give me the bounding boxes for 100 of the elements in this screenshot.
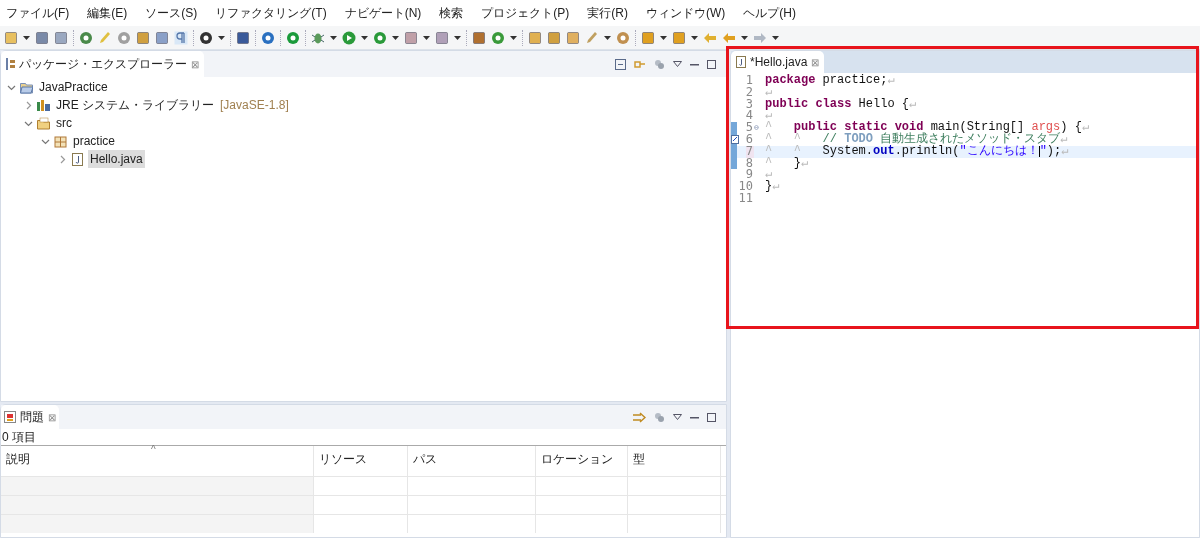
project-folder-icon	[20, 80, 33, 94]
menu-item[interactable]: ナビゲート(N)	[344, 4, 422, 22]
maximize-icon[interactable]	[707, 412, 716, 422]
code-token: main(String[]	[930, 122, 1025, 134]
menu-item[interactable]: プロジェクト(P)	[481, 4, 570, 22]
filter-icon[interactable]	[654, 58, 665, 70]
tree-item[interactable]: JavaPractice	[37, 78, 110, 96]
pen-icon[interactable]	[585, 30, 599, 45]
code-token: TODO	[844, 134, 874, 146]
code-token: "こんにちは！	[959, 145, 1039, 158]
library-version: [JavaSE-1.8]	[220, 97, 289, 114]
menu-item[interactable]: リファクタリング(T)	[215, 4, 327, 22]
code-token: .println(	[894, 145, 960, 158]
sort-indicator: ^	[151, 443, 156, 457]
whitespace-marker: ↵	[765, 86, 773, 99]
code-token: 自動生成されたメソッド・スタブ	[880, 134, 1061, 146]
library-icon	[37, 98, 50, 112]
menu-item[interactable]: 検索	[439, 4, 464, 22]
view-menu-icon[interactable]	[673, 414, 682, 420]
menu-item[interactable]: ファイル(F)	[6, 4, 70, 22]
collapsed-chevron-icon[interactable]	[24, 100, 33, 110]
dropdown-caret-icon[interactable]	[691, 35, 698, 40]
close-icon[interactable]: ⊠	[811, 54, 820, 70]
code-token: Hello {	[857, 98, 910, 111]
editor-tab[interactable]: *Hello.java ⊠	[731, 51, 825, 73]
line-number: 5	[745, 122, 754, 134]
code-token: ) {	[1060, 122, 1082, 134]
code-token: public class	[765, 98, 852, 111]
view-menu-icon[interactable]	[673, 61, 682, 67]
pilcrow-icon[interactable]	[174, 30, 188, 45]
package-icon	[54, 134, 67, 148]
filter-icon[interactable]	[654, 411, 665, 423]
source-folder-icon	[37, 116, 50, 130]
close-icon[interactable]: ⊠	[48, 409, 56, 425]
code-token: }	[793, 157, 801, 170]
whitespace-marker: ↵	[909, 98, 917, 111]
tree-item[interactable]: src	[54, 114, 74, 132]
tree-item[interactable]: JRE システム・ライブラリー	[54, 96, 216, 114]
code-token: "	[1039, 145, 1047, 158]
tree-item[interactable]: Hello.java	[88, 150, 145, 168]
line-number: 2	[745, 86, 754, 99]
problems-tab[interactable]: 問題 ⊠	[1, 405, 59, 429]
dropdown-caret-icon[interactable]	[510, 35, 517, 40]
package-icon	[6, 58, 15, 70]
tree-item[interactable]: practice	[71, 132, 118, 150]
code-token: //	[822, 134, 837, 146]
tab-label: *Hello.java	[750, 54, 808, 71]
column-header[interactable]: 説明	[6, 452, 30, 466]
menu-item[interactable]: 実行(R)	[587, 4, 628, 22]
explorer-tab[interactable]: パッケージ・エクスプローラー ⊠	[1, 51, 204, 77]
line-number: 10	[738, 181, 754, 193]
java-file-icon	[736, 56, 746, 68]
collapsed-chevron-icon[interactable]	[58, 154, 67, 164]
whitespace-marker: ↵	[801, 157, 809, 170]
dropdown-caret-icon[interactable]	[660, 35, 667, 40]
dropdown-caret-icon[interactable]	[741, 35, 748, 40]
line-number: 3	[745, 98, 754, 111]
dropdown-caret-icon[interactable]	[604, 35, 611, 40]
maximize-icon[interactable]	[707, 59, 716, 69]
fold-toggle[interactable]: ⊖	[754, 122, 763, 134]
whitespace-marker: ↵	[772, 181, 780, 193]
line-number: 6	[745, 134, 754, 146]
menu-item[interactable]: ソース(S)	[145, 4, 198, 22]
whitespace-marker: ↵	[765, 110, 773, 123]
menu-item[interactable]: ウィンドウ(W)	[646, 4, 726, 22]
column-header[interactable]: パス	[413, 452, 437, 466]
link-icon[interactable]	[634, 58, 646, 70]
whitespace-marker: ^ ^	[765, 145, 801, 158]
column-header[interactable]: 型	[633, 452, 645, 466]
dropdown-caret-icon[interactable]	[423, 35, 430, 40]
text-cursor	[1038, 145, 1040, 157]
code-token: out	[873, 145, 895, 158]
dropdown-caret-icon[interactable]	[392, 35, 399, 40]
java-file-icon	[71, 152, 84, 166]
dropdown-caret-icon[interactable]	[23, 35, 30, 40]
tab-label: パッケージ・エクスプローラー	[19, 56, 187, 73]
line-number: 8	[745, 157, 754, 170]
code-token: System.	[822, 145, 874, 158]
code-token: );	[1046, 145, 1062, 158]
menu-item[interactable]: 編集(E)	[87, 4, 128, 22]
item-count: 0 項目	[1, 429, 726, 446]
whitespace-marker: ↵	[887, 75, 895, 87]
column-header[interactable]: ロケーション	[541, 452, 613, 466]
whitespace-marker: ↵	[1081, 122, 1090, 134]
column-header[interactable]: リソース	[319, 452, 367, 466]
run-icon[interactable]	[342, 30, 356, 45]
close-icon[interactable]: ⊠	[191, 56, 199, 72]
menu-item[interactable]: ヘルプ(H)	[743, 4, 796, 22]
dropdown-caret-icon[interactable]	[218, 35, 225, 40]
whitespace-marker: ↵	[1060, 134, 1068, 146]
dropdown-caret-icon[interactable]	[772, 35, 779, 40]
focus-icon[interactable]	[633, 411, 646, 423]
whitespace-marker: ^	[765, 122, 774, 134]
dropdown-caret-icon[interactable]	[330, 35, 337, 40]
dropdown-caret-icon[interactable]	[454, 35, 461, 40]
whitespace-marker: ^ ^	[765, 134, 801, 146]
collapse-all-icon[interactable]	[615, 58, 626, 70]
dropdown-caret-icon[interactable]	[361, 35, 368, 40]
line-number: 9	[745, 169, 754, 182]
whitespace-marker: ^	[765, 157, 774, 170]
